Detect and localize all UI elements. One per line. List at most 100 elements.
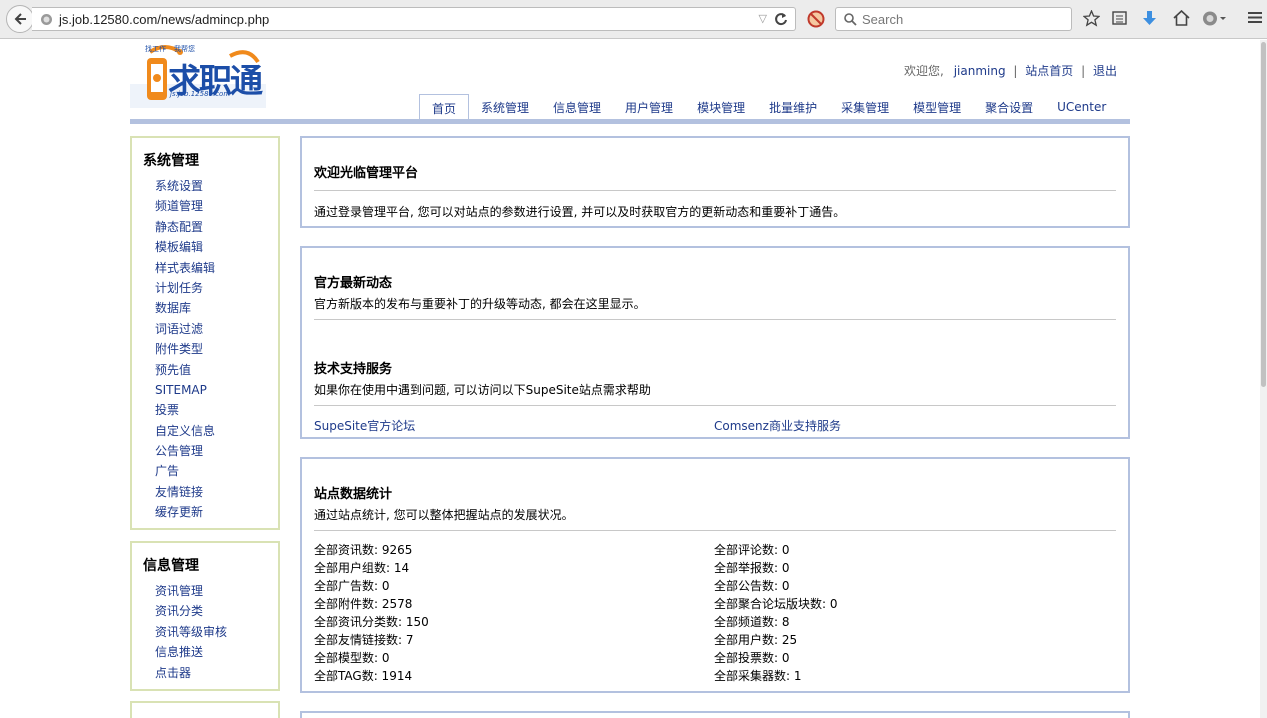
user-info-bar: 欢迎您, jianming | 站点首页 | 退出 bbox=[904, 62, 1117, 79]
download-icon[interactable] bbox=[1142, 10, 1157, 27]
sidebar-item[interactable]: 信息推送 bbox=[143, 642, 267, 662]
sidebar-item[interactable]: 数据库 bbox=[143, 298, 267, 318]
logo-tag-2: 我帮您 bbox=[174, 45, 195, 53]
sidebar-item[interactable]: 资讯等级审核 bbox=[143, 622, 267, 642]
stat-item: 全部TAG数: 1914 bbox=[314, 669, 413, 683]
search-icon bbox=[844, 13, 857, 26]
stat-item: 全部评论数: 0 bbox=[714, 543, 790, 557]
sidebar-item[interactable]: 资讯管理 bbox=[143, 581, 267, 601]
stat-item: 全部频道数: 8 bbox=[714, 615, 790, 629]
hamburger-menu-icon[interactable] bbox=[1247, 10, 1263, 25]
comsenz-support-link[interactable]: Comsenz商业支持服务 bbox=[714, 417, 841, 434]
news-description: 官方新版本的发布与重要补丁的升级等动态, 都会在这里显示。 bbox=[314, 297, 646, 311]
stats-title: 站点数据统计 bbox=[314, 487, 393, 502]
separator: | bbox=[1081, 64, 1086, 78]
sidebar-item[interactable]: 样式表编辑 bbox=[143, 258, 267, 278]
stat-item: 全部广告数: 0 bbox=[314, 579, 390, 593]
supesite-forum-link[interactable]: SupeSite官方论坛 bbox=[314, 417, 714, 434]
support-links: SupeSite官方论坛 Comsenz商业支持服务 bbox=[314, 417, 1116, 434]
back-arrow-icon bbox=[14, 13, 26, 25]
adblock-icon[interactable] bbox=[807, 10, 825, 28]
tab-batch[interactable]: 批量维护 bbox=[757, 94, 829, 120]
divider bbox=[314, 190, 1116, 191]
sidebar-item[interactable]: 自定义信息 bbox=[143, 421, 267, 441]
back-button[interactable] bbox=[6, 5, 34, 33]
scrollbar-thumb[interactable] bbox=[1261, 42, 1266, 387]
welcome-description: 通过登录管理平台, 您可以对站点的参数进行设置, 并可以及时获取官方的更新动态和… bbox=[314, 205, 846, 219]
address-bar[interactable]: js.job.12580.com/news/admincp.php ▽ bbox=[32, 7, 796, 31]
page-scrollbar[interactable] bbox=[1260, 40, 1267, 718]
sidebar-system: 系统管理 系统设置 频道管理 静态配置 模板编辑 样式表编辑 计划任务 数据库 … bbox=[130, 136, 280, 530]
sidebar-item[interactable]: 预先值 bbox=[143, 360, 267, 380]
url-text[interactable]: js.job.12580.com/news/admincp.php bbox=[59, 12, 269, 27]
home-icon[interactable] bbox=[1173, 10, 1190, 26]
sidebar-info: 信息管理 资讯管理 资讯分类 资讯等级审核 信息推送 点击器 bbox=[130, 541, 280, 691]
sidebar-item[interactable]: 频道管理 bbox=[143, 196, 267, 216]
reload-icon[interactable] bbox=[774, 11, 788, 27]
stat-item: 全部资讯数: 9265 bbox=[314, 543, 413, 557]
sidebar-item[interactable]: 点击器 bbox=[143, 663, 267, 683]
sidebar-item[interactable]: 友情链接 bbox=[143, 482, 267, 502]
news-title: 官方最新动态 bbox=[314, 276, 393, 291]
stat-item: 全部资讯分类数: 150 bbox=[314, 615, 429, 629]
logo-domain: js.job.12580.com bbox=[170, 90, 231, 98]
tab-info[interactable]: 信息管理 bbox=[541, 94, 613, 120]
stat-item: 全部用户数: 25 bbox=[714, 633, 798, 647]
search-box[interactable]: Search bbox=[835, 7, 1072, 31]
sidebar-item[interactable]: SITEMAP bbox=[143, 380, 267, 400]
welcome-title: 欢迎光临管理平台 bbox=[314, 166, 419, 181]
sidebar-item[interactable]: 静态配置 bbox=[143, 217, 267, 237]
stats-panel: 站点数据统计 通过站点统计, 您可以整体把握站点的发展状况。 全部资讯数: 92… bbox=[300, 457, 1130, 693]
sidebar-item[interactable]: 缓存更新 bbox=[143, 502, 267, 522]
stat-item: 全部聚合论坛版块数: 0 bbox=[714, 597, 838, 611]
tab-ucenter[interactable]: UCenter bbox=[1045, 94, 1118, 120]
welcome-text: 欢迎您, bbox=[904, 64, 944, 78]
next-panel bbox=[300, 711, 1130, 718]
username-link[interactable]: jianming bbox=[954, 64, 1006, 78]
stat-item: 全部公告数: 0 bbox=[714, 579, 790, 593]
sidebar-item[interactable]: 资讯分类 bbox=[143, 601, 267, 621]
stat-item: 全部举报数: 0 bbox=[714, 561, 790, 575]
reading-list-icon[interactable] bbox=[1112, 10, 1127, 26]
globe-icon bbox=[41, 14, 52, 25]
site-home-link[interactable]: 站点首页 bbox=[1025, 64, 1073, 78]
divider bbox=[314, 530, 1116, 531]
logo-tag-1: 找工作 bbox=[145, 45, 166, 53]
bookmark-star-icon[interactable] bbox=[1083, 10, 1100, 27]
support-description: 如果你在使用中遇到问题, 可以访问以下SupeSite站点需求帮助 bbox=[314, 383, 651, 397]
sidebar-item[interactable]: 模板编辑 bbox=[143, 237, 267, 257]
sidebar-system-title: 系统管理 bbox=[143, 153, 199, 169]
profile-menu-icon[interactable] bbox=[1202, 10, 1226, 27]
stat-item: 全部采集器数: 1 bbox=[714, 669, 802, 683]
tab-modules[interactable]: 模块管理 bbox=[685, 94, 757, 120]
sidebar-item[interactable]: 词语过滤 bbox=[143, 319, 267, 339]
sidebar-item[interactable]: 系统设置 bbox=[143, 176, 267, 196]
stat-item: 全部用户组数: 14 bbox=[314, 561, 410, 575]
stat-item: 全部投票数: 0 bbox=[714, 651, 790, 665]
main-navigation: 首页 系统管理 信息管理 用户管理 模块管理 批量维护 采集管理 模型管理 聚合… bbox=[419, 94, 1118, 121]
url-dropdown-icon[interactable]: ▽ bbox=[759, 12, 767, 25]
news-panel: 官方最新动态 官方新版本的发布与重要补丁的升级等动态, 都会在这里显示。 技术支… bbox=[300, 246, 1130, 439]
tab-aggregate[interactable]: 聚合设置 bbox=[973, 94, 1045, 120]
sidebar-item[interactable]: 广告 bbox=[143, 461, 267, 481]
nav-underline bbox=[130, 119, 1130, 124]
logout-link[interactable]: 退出 bbox=[1093, 64, 1117, 78]
site-logo[interactable]: 找工作 我帮您 求职通 js.job.12580.com bbox=[130, 44, 266, 108]
sidebar-item[interactable]: 公告管理 bbox=[143, 441, 267, 461]
stats-description: 通过站点统计, 您可以整体把握站点的发展状况。 bbox=[314, 508, 574, 522]
tab-home[interactable]: 首页 bbox=[419, 94, 470, 121]
sidebar-item[interactable]: 投票 bbox=[143, 400, 267, 420]
welcome-panel: 欢迎光临管理平台 通过登录管理平台, 您可以对站点的参数进行设置, 并可以及时获… bbox=[300, 136, 1130, 228]
sidebar-next-section bbox=[130, 701, 280, 718]
tab-users[interactable]: 用户管理 bbox=[613, 94, 685, 120]
stat-item: 全部友情链接数: 7 bbox=[314, 633, 414, 647]
tab-models[interactable]: 模型管理 bbox=[901, 94, 973, 120]
sidebar-item[interactable]: 附件类型 bbox=[143, 339, 267, 359]
search-placeholder: Search bbox=[862, 12, 904, 27]
tab-system[interactable]: 系统管理 bbox=[469, 94, 541, 120]
separator: | bbox=[1013, 64, 1018, 78]
tab-collect[interactable]: 采集管理 bbox=[829, 94, 901, 120]
sidebar-item[interactable]: 计划任务 bbox=[143, 278, 267, 298]
stat-item: 全部附件数: 2578 bbox=[314, 597, 413, 611]
browser-toolbar: js.job.12580.com/news/admincp.php ▽ Sear… bbox=[0, 0, 1267, 39]
